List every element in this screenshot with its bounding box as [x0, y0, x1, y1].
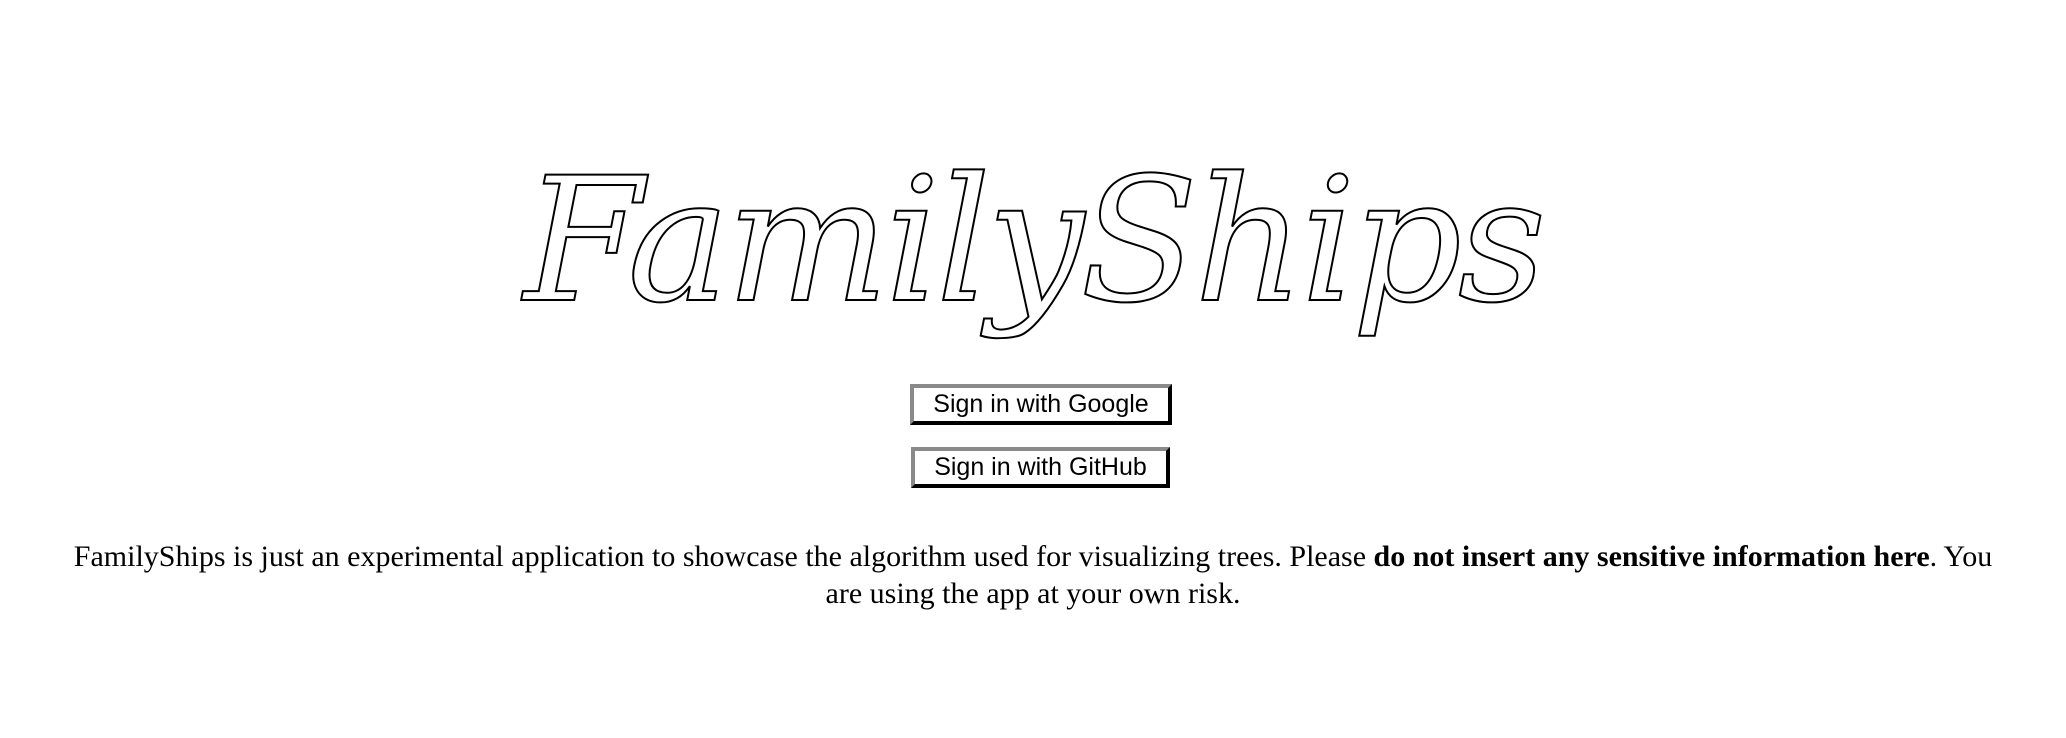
disclaimer-warning: do not insert any sensitive information …	[1373, 540, 1930, 573]
disclaimer-text: FamilyShips is just an experimental appl…	[60, 538, 2006, 612]
app-logo-svg: FamilyShips	[520, 139, 1548, 342]
disclaimer-intro: FamilyShips is just an experimental appl…	[73, 540, 1374, 573]
sign-in-github-button[interactable]: Sign in with GitHub	[911, 447, 1170, 488]
sign-in-google-button[interactable]: Sign in with Google	[910, 384, 1172, 425]
app-logo-text: FamilyShips	[521, 140, 1543, 341]
app-logo: FamilyShips	[0, 130, 2066, 370]
login-page: FamilyShips Sign in with Google Sign in …	[0, 0, 2066, 738]
